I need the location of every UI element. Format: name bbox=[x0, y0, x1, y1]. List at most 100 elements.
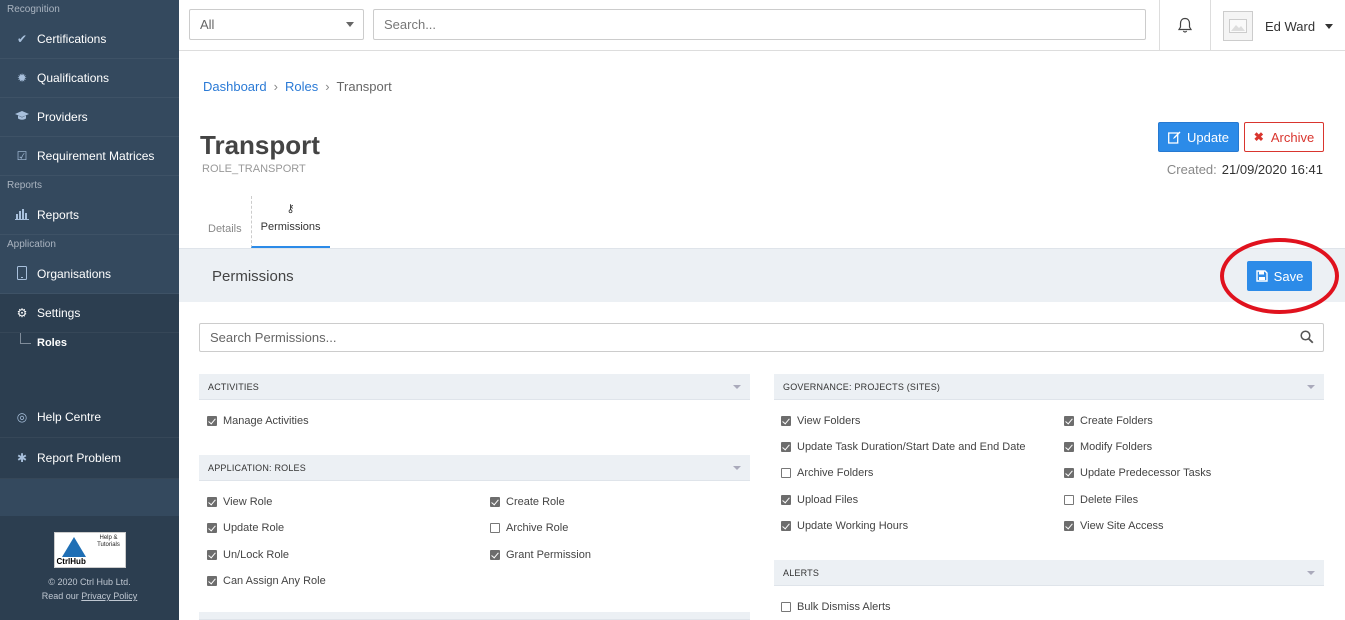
checkbox[interactable] bbox=[1064, 416, 1074, 426]
permission-label: View Site Access bbox=[1080, 520, 1164, 532]
breadcrumb: Dashboard › Roles › Transport bbox=[203, 79, 392, 94]
permission-checkbox[interactable]: Create Role bbox=[490, 496, 565, 508]
permission-label: Grant Permission bbox=[506, 549, 591, 561]
permission-checkbox[interactable]: Manage Activities bbox=[207, 415, 309, 427]
archive-button[interactable]: ✖ Archive bbox=[1244, 122, 1324, 152]
sidebar: Recognition ✔ Certifications ✹ Qualifica… bbox=[0, 0, 179, 620]
permission-checkbox[interactable]: Create Folders bbox=[1064, 415, 1153, 427]
sidebar-item-label: Certifications bbox=[37, 32, 107, 46]
permission-checkbox[interactable]: Update Predecessor Tasks bbox=[1064, 467, 1211, 479]
sidebar-item-help-centre[interactable]: ◎ Help Centre bbox=[0, 397, 179, 438]
permission-checkbox[interactable]: Modify Folders bbox=[1064, 441, 1152, 453]
sidebar-item-organisations[interactable]: Organisations bbox=[0, 255, 179, 294]
checkbox[interactable] bbox=[1064, 521, 1074, 531]
checkbox[interactable] bbox=[1064, 495, 1074, 505]
permission-checkbox[interactable]: View Role bbox=[207, 496, 272, 508]
permission-label: View Folders bbox=[797, 415, 861, 427]
chevron-right-icon: › bbox=[325, 79, 330, 94]
tab-bar: Details ⚷ Permissions bbox=[199, 196, 330, 248]
sidebar-item-qualifications[interactable]: ✹ Qualifications bbox=[0, 59, 179, 98]
permission-checkbox[interactable]: Un/Lock Role bbox=[207, 549, 289, 561]
user-name: Ed Ward bbox=[1265, 18, 1316, 34]
gear-icon: ⚙ bbox=[16, 306, 28, 320]
checkbox[interactable] bbox=[781, 416, 791, 426]
checkbox[interactable] bbox=[207, 576, 217, 586]
checkbox[interactable] bbox=[781, 602, 791, 612]
bar-chart-icon bbox=[14, 208, 30, 223]
created-info: Created: 21/09/2020 16:41 bbox=[1167, 162, 1323, 177]
group-title: APPLICATION: ROLES bbox=[208, 463, 306, 473]
sidebar-item-certifications[interactable]: ✔ Certifications bbox=[0, 20, 179, 59]
group-header-application-roles[interactable]: APPLICATION: ROLES bbox=[199, 455, 750, 481]
search-scope-select[interactable]: All bbox=[189, 9, 364, 40]
global-search-input[interactable] bbox=[373, 9, 1146, 40]
permissions-search-input[interactable] bbox=[199, 323, 1324, 352]
permission-label: Manage Activities bbox=[223, 415, 309, 427]
privacy-prefix: Read our bbox=[41, 591, 79, 601]
permission-checkbox[interactable]: View Site Access bbox=[1064, 520, 1164, 532]
permission-label: Update Role bbox=[223, 522, 285, 534]
checkbox[interactable] bbox=[781, 468, 791, 478]
checkbox[interactable] bbox=[781, 495, 791, 505]
sidebar-sub-item-roles[interactable]: Roles bbox=[0, 333, 179, 361]
ctrlhub-logo[interactable]: CtrlHub Help & Tutorials bbox=[53, 532, 126, 568]
checkbox[interactable] bbox=[1064, 468, 1074, 478]
checkbox[interactable] bbox=[207, 550, 217, 560]
group-header-alerts[interactable]: ALERTS bbox=[774, 560, 1324, 586]
checkbox[interactable] bbox=[207, 523, 217, 533]
group-header-governance-projects[interactable]: GOVERNANCE: PROJECTS (SITES) bbox=[774, 374, 1324, 400]
notifications-button[interactable] bbox=[1159, 0, 1211, 51]
breadcrumb-current: Transport bbox=[336, 79, 392, 94]
caret-down-icon bbox=[733, 385, 741, 389]
floppy-disk-icon bbox=[1255, 270, 1268, 282]
permission-checkbox[interactable]: Archive Folders bbox=[781, 467, 873, 479]
update-button[interactable]: Update bbox=[1158, 122, 1239, 152]
avatar bbox=[1223, 11, 1253, 41]
checkbox[interactable] bbox=[490, 497, 500, 507]
group-title: ACTIVITIES bbox=[208, 382, 260, 392]
sidebar-item-label: Report Problem bbox=[37, 451, 122, 465]
checkbox[interactable] bbox=[490, 523, 500, 533]
sidebar-item-label: Help Centre bbox=[37, 410, 102, 424]
permission-checkbox[interactable]: View Folders bbox=[781, 415, 860, 427]
checkbox[interactable] bbox=[1064, 442, 1074, 452]
tab-permissions[interactable]: ⚷ Permissions bbox=[250, 196, 330, 248]
permission-checkbox[interactable]: Update Task Duration/Start Date and End … bbox=[781, 441, 1026, 453]
search-icon[interactable] bbox=[1300, 330, 1314, 344]
sidebar-item-reports[interactable]: Reports bbox=[0, 196, 179, 235]
bell-icon bbox=[1177, 17, 1193, 33]
group-header-activities[interactable]: ACTIVITIES bbox=[199, 374, 750, 400]
permission-checkbox[interactable]: Grant Permission bbox=[490, 549, 591, 561]
permission-checkbox[interactable]: Bulk Dismiss Alerts bbox=[781, 601, 891, 613]
sidebar-spacer bbox=[0, 361, 179, 397]
permission-checkbox[interactable]: Update Working Hours bbox=[781, 520, 908, 532]
checkbox[interactable] bbox=[207, 416, 217, 426]
checkbox[interactable] bbox=[490, 550, 500, 560]
permission-checkbox[interactable]: Upload Files bbox=[781, 494, 858, 506]
permission-label: Upload Files bbox=[797, 494, 859, 506]
user-menu[interactable]: Ed Ward bbox=[1223, 10, 1343, 42]
sidebar-item-providers[interactable]: Providers bbox=[0, 98, 179, 137]
group-header-next[interactable] bbox=[199, 612, 750, 620]
save-button[interactable]: Save bbox=[1247, 261, 1312, 291]
permission-checkbox[interactable]: Delete Files bbox=[1064, 494, 1138, 506]
privacy-policy-link[interactable]: Privacy Policy bbox=[81, 591, 137, 601]
permissions-header: Permissions Save bbox=[179, 248, 1345, 302]
permission-checkbox[interactable]: Can Assign Any Role bbox=[207, 575, 326, 587]
permission-checkbox[interactable]: Update Role bbox=[207, 522, 284, 534]
checkbox[interactable] bbox=[207, 497, 217, 507]
breadcrumb-dashboard[interactable]: Dashboard bbox=[203, 79, 267, 94]
sidebar-footer: CtrlHub Help & Tutorials © 2020 Ctrl Hub… bbox=[0, 516, 179, 620]
permission-checkbox[interactable]: Archive Role bbox=[490, 522, 568, 534]
lifebuoy-icon: ◎ bbox=[16, 410, 28, 424]
tab-details[interactable]: Details bbox=[199, 196, 251, 248]
sidebar-item-label: Qualifications bbox=[37, 71, 110, 85]
sidebar-item-requirement-matrices[interactable]: ☑ Requirement Matrices bbox=[0, 137, 179, 176]
sidebar-item-report-problem[interactable]: ✱ Report Problem bbox=[0, 438, 179, 479]
checkbox[interactable] bbox=[781, 521, 791, 531]
checkbox[interactable] bbox=[781, 442, 791, 452]
breadcrumb-roles[interactable]: Roles bbox=[285, 79, 318, 94]
created-value: 21/09/2020 16:41 bbox=[1221, 162, 1323, 177]
sidebar-item-settings[interactable]: ⚙ Settings bbox=[0, 294, 179, 333]
permission-label: Un/Lock Role bbox=[223, 549, 290, 561]
